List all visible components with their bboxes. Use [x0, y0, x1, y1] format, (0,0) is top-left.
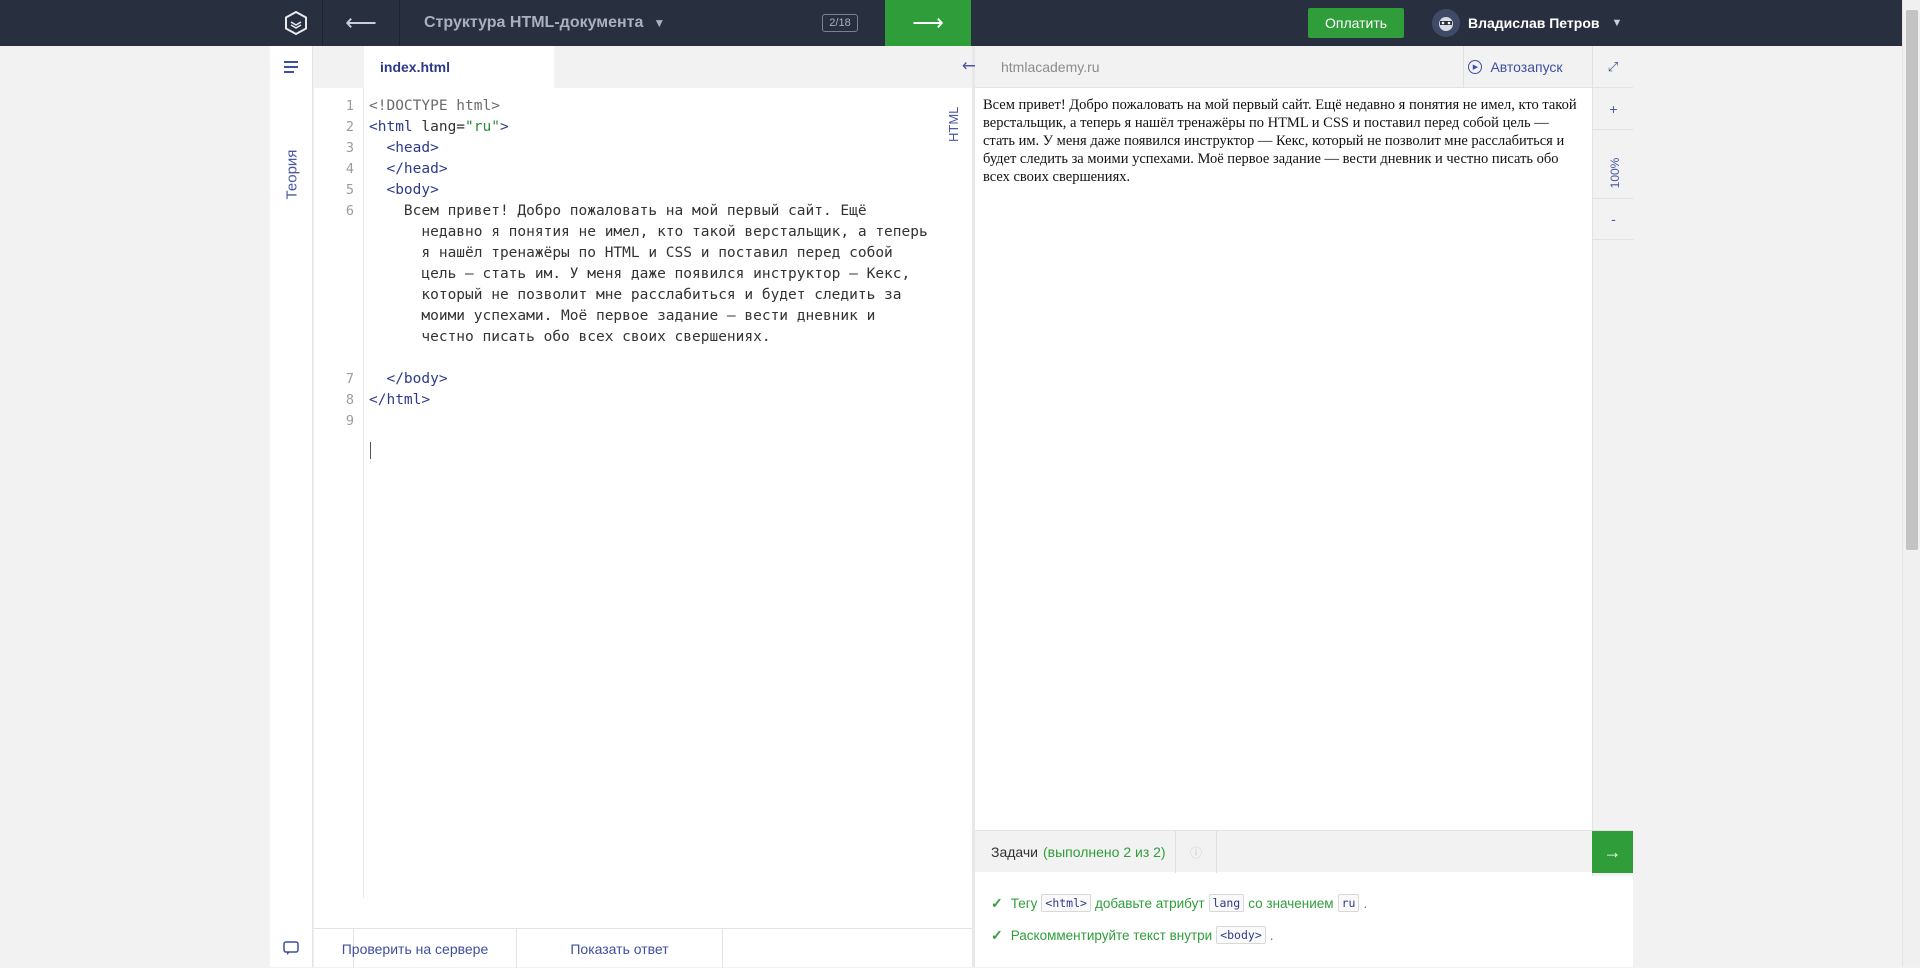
code-line: <head> [369, 140, 439, 156]
theory-tab[interactable]: Теория [284, 143, 301, 207]
editor-bottom-bar: Проверить на сервере Показать ответ [314, 928, 972, 968]
preview-url: htmlacademy.ru [1001, 59, 1100, 75]
scrollbar-thumb[interactable] [1906, 10, 1918, 550]
line-number: 6 [345, 203, 354, 219]
line-number: 3 [345, 140, 354, 156]
code-line: я нашёл тренажёры по HTML и CSS и постав… [369, 245, 893, 261]
autorun-label: Автозапуск [1490, 59, 1563, 75]
sidebar: Теория [270, 46, 313, 967]
line-number: 9 [345, 413, 354, 429]
arrow-left-icon: ⟵ [345, 10, 377, 35]
avatar [1432, 9, 1460, 37]
line-number: 4 [345, 161, 354, 177]
preview-body-text: Всем привет! Добро пожаловать на мой пер… [983, 97, 1577, 185]
line-number: 1 [345, 98, 354, 114]
code-line: <body> [369, 182, 439, 198]
progress-badge: 2/18 [822, 14, 858, 32]
code-line: </head> [369, 161, 448, 177]
code-line: Всем привет! Добро пожаловать на мой пер… [369, 203, 867, 219]
code-line: <html lang="ru"> [369, 119, 509, 135]
preview-panel: htmlacademy.ru ▶ Автозапуск ⤢ Всем приве… [975, 46, 1634, 967]
menu-icon[interactable] [283, 60, 299, 74]
logo-icon[interactable] [270, 0, 322, 46]
code-line: честно писать обо всех своих свершениях. [369, 329, 771, 345]
line-gutter: 1 2 3 4 5 6 7 8 9 [314, 88, 364, 898]
checkmark-icon: ✓ [991, 894, 1003, 911]
code-line: моими успехами. Моё первое задание — вес… [369, 308, 876, 324]
fullscreen-icon[interactable]: ⤢ [1592, 46, 1633, 88]
code-line: </html> [369, 392, 431, 408]
page-scrollbar[interactable] [1902, 0, 1920, 967]
lesson-title-dropdown[interactable]: Структура HTML-документа ▼ [424, 0, 665, 46]
chat-icon[interactable] [283, 941, 299, 955]
line-number: 5 [345, 182, 354, 198]
code-editor: index.html 1 2 3 4 5 6 7 8 9 <!DOCTYPE h… [314, 46, 972, 968]
check-on-server-button[interactable]: Проверить на сервере [314, 929, 517, 968]
checkmark-icon: ✓ [991, 926, 1003, 943]
next-task-button[interactable]: → [1592, 831, 1633, 873]
editor-tab-row: index.html [314, 46, 972, 88]
next-lesson-button[interactable]: ⟶ [885, 0, 971, 46]
previous-lesson-button[interactable]: ⟵ [322, 0, 400, 46]
zoom-level: 100% [1608, 157, 1622, 189]
play-icon: ▶ [1468, 60, 1483, 74]
zoom-out-button[interactable]: - [1593, 198, 1634, 240]
line-number: 2 [345, 119, 354, 135]
task-item: ✓ Раскомментируйте текст внутри <body> . [991, 926, 1274, 944]
code-line: цель — стать им. У меня даже появился ин… [369, 266, 911, 282]
preview-header: htmlacademy.ru ▶ Автозапуск ⤢ [975, 46, 1633, 88]
top-bar: ⟵ Структура HTML-документа ▼ 2/18 ⟶ Опла… [0, 0, 1902, 46]
user-menu[interactable]: Владислав Петров ▼ [1432, 0, 1622, 46]
file-tab-index[interactable]: index.html [364, 46, 554, 88]
arrow-right-icon: → [1603, 841, 1622, 862]
user-name: Владислав Петров [1468, 15, 1600, 31]
code-line: <!DOCTYPE html> [369, 98, 500, 114]
code-line: который не позволит мне расслабиться и б… [369, 287, 902, 303]
code-line: </body> [369, 371, 448, 387]
language-label: HTML [946, 106, 961, 142]
zoom-controls: + 100% - [1592, 88, 1634, 876]
show-answer-button[interactable]: Показать ответ [517, 929, 723, 968]
lesson-title: Структура HTML-документа [424, 14, 644, 31]
arrow-right-icon: ⟶ [912, 10, 944, 35]
line-number: 8 [345, 392, 354, 408]
code-area[interactable]: <!DOCTYPE html> <html lang="ru"> <head> … [369, 88, 929, 898]
tasks-title: Задачи (выполнено 2 из 2) [991, 844, 1166, 860]
text-cursor [370, 442, 371, 459]
line-number: 7 [345, 371, 354, 387]
tasks-header: Задачи (выполнено 2 из 2) ⓘ → [975, 830, 1633, 873]
info-icon[interactable]: ⓘ [1175, 831, 1217, 873]
tasks-status: (выполнено 2 из 2) [1043, 844, 1166, 860]
chevron-down-icon: ▼ [653, 16, 666, 30]
zoom-in-button[interactable]: + [1593, 88, 1634, 130]
task-item: ✓ Тегу <html> добавьте атрибут lang со з… [991, 894, 1368, 912]
code-line: недавно я понятия не имел, кто такой вер… [369, 224, 928, 240]
autorun-toggle[interactable]: ▶ Автозапуск [1463, 46, 1567, 88]
pay-button[interactable]: Оплатить [1308, 8, 1404, 38]
caret-down-icon: ▼ [1611, 17, 1623, 29]
